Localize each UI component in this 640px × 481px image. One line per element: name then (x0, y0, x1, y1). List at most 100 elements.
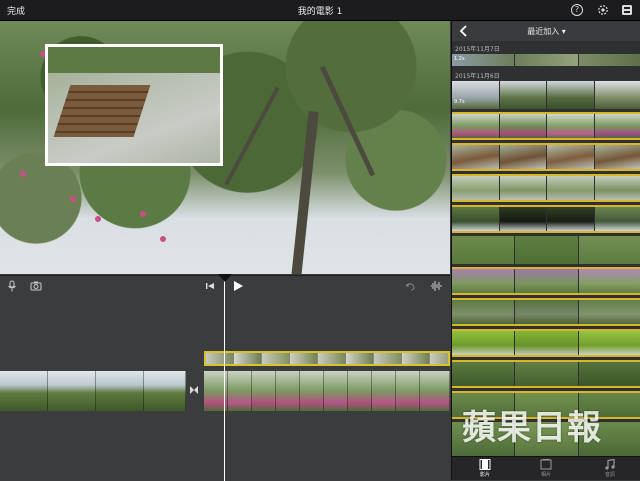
clip-frame (144, 371, 186, 411)
media-thumbnail[interactable] (452, 331, 514, 355)
browser-header: 最近加入 ▾ (452, 21, 640, 41)
blossom (20, 171, 26, 177)
media-thumbnail[interactable] (595, 176, 640, 200)
overlay-clip[interactable] (204, 351, 450, 366)
newspaper-watermark: 蘋果日報 (462, 408, 602, 448)
picture-in-picture-overlay[interactable] (45, 44, 223, 166)
tab-audio[interactable]: 音訊 (590, 459, 630, 478)
project-settings-icon[interactable] (621, 4, 633, 16)
media-thumbnail[interactable] (452, 176, 499, 200)
media-thumbnail[interactable] (595, 114, 640, 138)
media-thumbnail[interactable] (547, 207, 594, 231)
media-row[interactable] (452, 205, 640, 233)
media-thumbnail[interactable] (579, 300, 640, 324)
media-thumbnail[interactable]: 9.7s (452, 81, 499, 109)
media-row[interactable] (452, 174, 640, 202)
media-row[interactable]: 9.7s (452, 81, 640, 109)
tab-label: 影片 (465, 471, 505, 478)
media-row[interactable] (452, 360, 640, 388)
undo-icon[interactable] (404, 280, 416, 292)
media-thumbnail[interactable] (500, 81, 547, 109)
media-row[interactable] (452, 236, 640, 264)
audio-waveform-icon[interactable] (430, 280, 442, 292)
media-row[interactable]: 1.2s (452, 54, 640, 66)
clip-duration: 9.7s (454, 99, 465, 105)
media-thumbnail[interactable] (595, 81, 640, 109)
media-thumbnail[interactable] (515, 236, 577, 264)
date-header: 2015年11月6日 (455, 71, 500, 80)
overlay-clip-frame (206, 353, 234, 364)
clip-duration: 1.2s (454, 56, 465, 62)
gear-icon[interactable] (597, 4, 609, 16)
clip-frame (420, 371, 450, 411)
tab-video[interactable]: 影片 (465, 459, 505, 478)
overlay-clip-frame (430, 353, 450, 364)
media-row[interactable] (452, 298, 640, 326)
media-thumbnail[interactable] (452, 114, 499, 138)
clip-frame (48, 371, 96, 411)
media-row[interactable] (452, 143, 640, 171)
playhead-marker[interactable] (218, 274, 232, 282)
media-row[interactable] (452, 267, 640, 295)
photo-icon (540, 459, 552, 470)
tab-photos[interactable]: 相片 (526, 459, 566, 478)
media-thumbnail[interactable] (547, 176, 594, 200)
clip-frame (252, 371, 276, 411)
microphone-icon[interactable] (6, 280, 18, 292)
media-thumbnail[interactable] (452, 236, 514, 264)
video-viewer[interactable] (0, 21, 450, 274)
clip-frame (324, 371, 348, 411)
media-thumbnail[interactable] (579, 54, 640, 66)
media-thumbnail[interactable] (547, 145, 594, 169)
media-thumbnail[interactable] (579, 362, 640, 386)
media-thumbnail[interactable]: 1.2s (452, 54, 514, 66)
blossom (95, 216, 101, 222)
album-selector[interactable]: 最近加入 ▾ (452, 26, 640, 37)
media-thumbnail[interactable] (595, 207, 640, 231)
media-thumbnail[interactable] (579, 236, 640, 264)
overlay-clip-frame (318, 353, 346, 364)
media-thumbnail[interactable] (515, 300, 577, 324)
media-thumbnail[interactable] (515, 269, 577, 293)
play-icon[interactable] (232, 280, 244, 292)
project-title: 我的電影 1 (0, 4, 640, 17)
playhead[interactable] (224, 276, 225, 481)
media-thumbnail[interactable] (579, 269, 640, 293)
media-thumbnail[interactable] (515, 331, 577, 355)
blossom (70, 196, 76, 202)
media-thumbnail[interactable] (595, 145, 640, 169)
pip-bench-image (54, 85, 151, 137)
media-thumbnail[interactable] (452, 145, 499, 169)
media-thumbnail[interactable] (515, 362, 577, 386)
transition-icon[interactable] (189, 385, 199, 395)
date-header: 2015年11月7日 (455, 44, 500, 53)
media-thumbnail[interactable] (452, 207, 499, 231)
media-thumbnail[interactable] (547, 114, 594, 138)
pip-hedge (48, 47, 223, 73)
video-clip[interactable] (204, 371, 450, 411)
media-thumbnail[interactable] (452, 269, 514, 293)
skip-to-start-icon[interactable] (204, 280, 216, 292)
media-thumbnail[interactable] (500, 145, 547, 169)
overlay-clip-frame (374, 353, 402, 364)
media-thumbnail[interactable] (515, 54, 577, 66)
clip-frame (96, 371, 144, 411)
media-thumbnail[interactable] (500, 176, 547, 200)
media-thumbnail[interactable] (452, 362, 514, 386)
help-icon[interactable]: ? (571, 4, 583, 16)
clip-frame (300, 371, 324, 411)
clip-frame (372, 371, 396, 411)
music-note-icon (604, 459, 616, 470)
media-thumbnail[interactable] (452, 300, 514, 324)
video-clip[interactable] (0, 371, 186, 411)
media-row[interactable] (452, 329, 640, 357)
media-thumbnail[interactable] (579, 331, 640, 355)
overlay-clip-frame (402, 353, 430, 364)
timeline[interactable] (0, 275, 450, 481)
media-thumbnail[interactable] (547, 81, 594, 109)
camera-icon[interactable] (30, 280, 42, 292)
media-thumbnail[interactable] (500, 114, 547, 138)
blossom (140, 211, 146, 217)
media-row[interactable] (452, 112, 640, 140)
media-thumbnail[interactable] (500, 207, 547, 231)
